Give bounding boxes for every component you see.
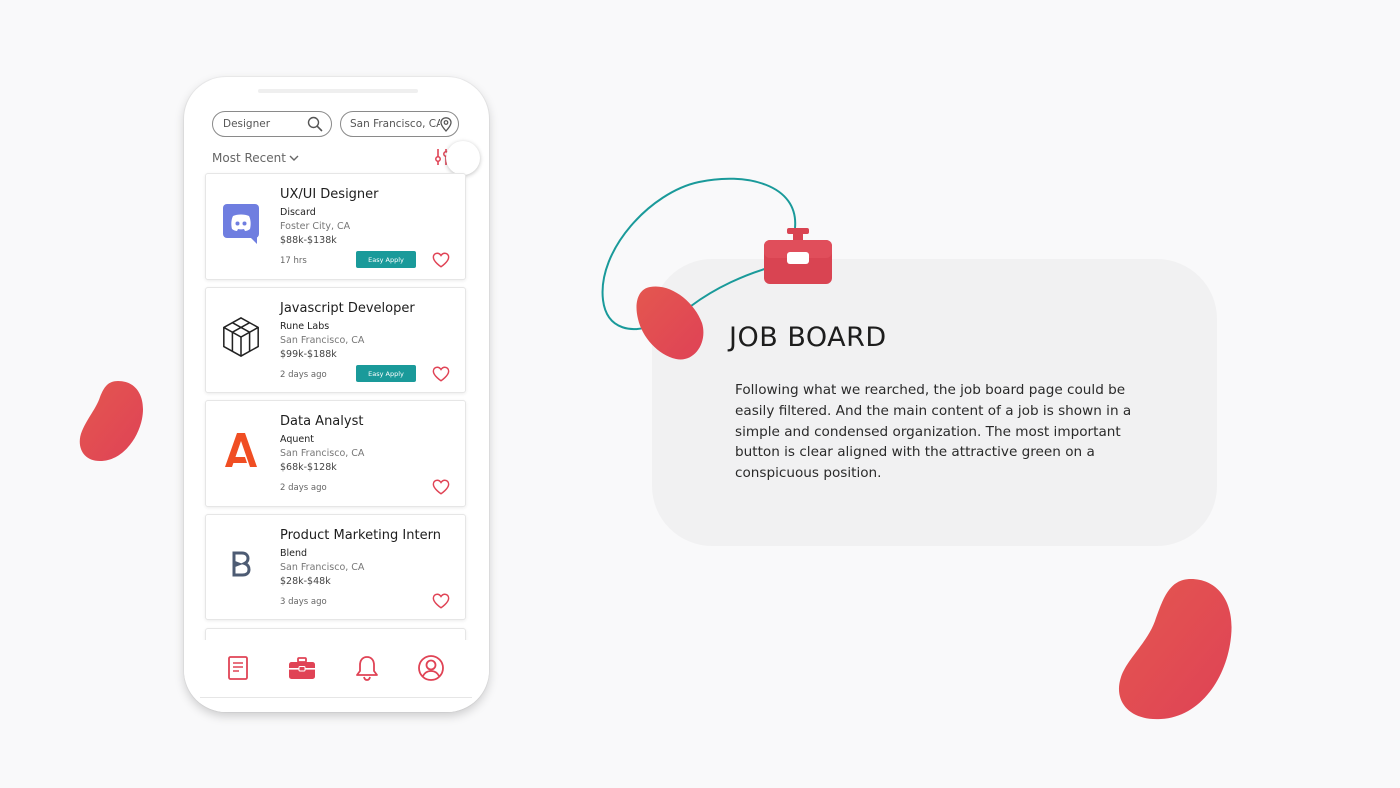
job-card[interactable]: Javascript Developer Rune Labs San Franc… (205, 287, 466, 393)
location-pin-icon (440, 116, 452, 132)
info-description: Following what we rearched, the job boar… (735, 382, 1132, 482)
heart-icon[interactable] (432, 478, 450, 496)
job-company: Discard (280, 207, 316, 218)
sort-label: Most Recent (212, 151, 286, 165)
job-location: Foster City, CA (280, 221, 351, 232)
job-salary: $88k-$138k (280, 235, 337, 246)
keyword-search-value: Designer (223, 118, 271, 130)
location-search-value: San Francisco, CA (350, 118, 440, 130)
job-location: San Francisco, CA (280, 562, 365, 573)
heart-icon[interactable] (432, 251, 450, 269)
profile-icon[interactable] (417, 654, 445, 682)
job-location: San Francisco, CA (280, 335, 365, 346)
decorative-blob-right (1117, 577, 1233, 721)
phone-mockup: Designer San Francisco, CA Most Recent U… (184, 77, 489, 712)
heart-icon[interactable] (432, 592, 450, 610)
aquent-icon (220, 428, 262, 472)
keyword-search-input[interactable]: Designer (212, 111, 332, 137)
job-title: UX/UI Designer (280, 187, 379, 202)
phone-speaker (258, 89, 418, 93)
discord-icon (220, 201, 262, 245)
job-salary: $28k-$48k (280, 576, 331, 587)
blend-icon (220, 542, 262, 586)
bottom-navigation (184, 640, 489, 712)
toggle-knob[interactable] (446, 141, 480, 175)
briefcase-icon[interactable] (288, 654, 316, 682)
job-location: San Francisco, CA (280, 448, 365, 459)
job-card[interactable]: Product Marketing Intern Blend San Franc… (205, 514, 466, 620)
heart-icon[interactable] (432, 365, 450, 383)
sort-dropdown[interactable]: Most Recent (212, 151, 299, 165)
decorative-blob-left (78, 379, 146, 463)
job-title: Product Marketing Intern (280, 528, 441, 543)
job-company: Aquent (280, 434, 314, 445)
job-title: Javascript Developer (280, 301, 415, 316)
job-posted-time: 17 hrs (280, 256, 307, 266)
document-icon[interactable] (224, 654, 252, 682)
chevron-down-icon (289, 155, 299, 161)
easy-apply-button[interactable]: Easy Apply (356, 365, 416, 382)
easy-apply-button[interactable]: Easy Apply (356, 251, 416, 268)
rune-labs-icon (220, 315, 262, 359)
location-search-input[interactable]: San Francisco, CA (340, 111, 459, 137)
job-company: Blend (280, 548, 308, 559)
search-icon (307, 116, 323, 132)
job-posted-time: 2 days ago (280, 370, 327, 380)
decorative-blob-card (636, 285, 704, 363)
job-title: Data Analyst (280, 414, 364, 429)
job-card[interactable]: UX/UI Designer Discard Foster City, CA $… (205, 173, 466, 280)
job-posted-time: 2 days ago (280, 483, 327, 493)
job-card[interactable]: Data Analyst Aquent San Francisco, CA $6… (205, 400, 466, 507)
job-posted-time: 3 days ago (280, 597, 327, 607)
job-company: Rune Labs (280, 321, 330, 332)
info-title: JOB BOARD (729, 322, 887, 353)
home-indicator (200, 697, 472, 698)
briefcase-icon (763, 228, 833, 288)
job-salary: $99k-$188k (280, 349, 337, 360)
bell-icon[interactable] (353, 654, 381, 682)
job-salary: $68k-$128k (280, 462, 337, 473)
